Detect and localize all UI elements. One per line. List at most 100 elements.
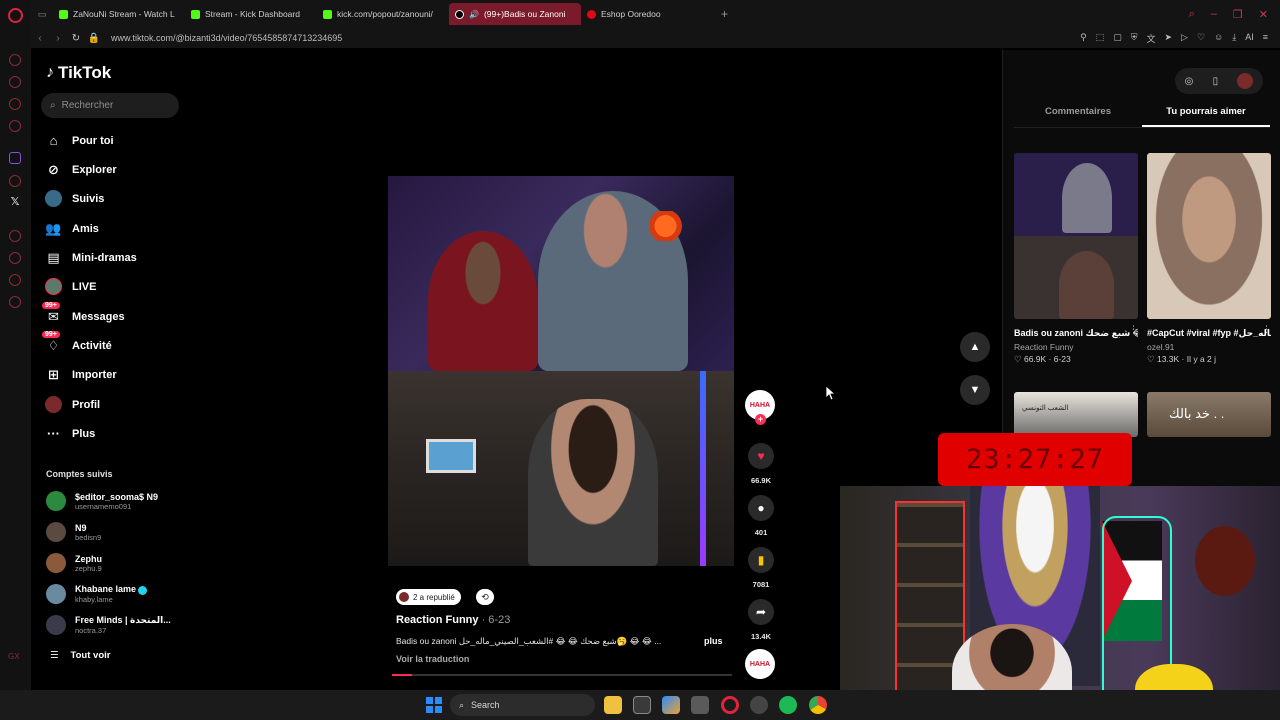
speed-dial-icon[interactable] bbox=[9, 120, 21, 132]
speaker-icon[interactable]: 🔊 bbox=[469, 10, 479, 19]
user-avatar[interactable] bbox=[1237, 73, 1254, 89]
search-tabs-icon[interactable]: ⌕ bbox=[1189, 8, 1195, 21]
next-video-button[interactable]: ▼ bbox=[960, 375, 990, 405]
nav-importer[interactable]: ⊞ Importer bbox=[45, 366, 117, 383]
back-icon[interactable]: ‹ bbox=[31, 33, 49, 44]
sound-avatar[interactable]: HAHA bbox=[745, 649, 775, 679]
suggested-video-card[interactable]: خد بالك . . bbox=[1147, 392, 1271, 437]
tab-ooredoo[interactable]: Eshop Ooredoo bbox=[581, 3, 713, 25]
file-explorer-icon[interactable] bbox=[604, 696, 622, 714]
calculator-icon[interactable] bbox=[691, 696, 709, 714]
device-icon[interactable]: ▯ bbox=[1213, 76, 1219, 87]
clock-icon[interactable] bbox=[9, 252, 21, 264]
previous-video-button[interactable]: ▲ bbox=[960, 332, 990, 362]
nav-explorer[interactable]: ⊘ Explorer bbox=[45, 161, 117, 178]
close-icon[interactable]: ✕ bbox=[1259, 8, 1268, 21]
card-more-icon[interactable]: ⋮ bbox=[1129, 324, 1138, 335]
messenger-icon[interactable] bbox=[9, 98, 21, 110]
opera-gx-icon[interactable] bbox=[721, 696, 739, 714]
settings-icon[interactable] bbox=[9, 296, 21, 308]
windows-taskbar: ⌕ Search bbox=[0, 690, 1280, 720]
extensions-icon[interactable] bbox=[9, 274, 21, 286]
share-button[interactable]: ➦ bbox=[748, 599, 774, 625]
x-twitter-icon[interactable]: 𝕏 bbox=[9, 196, 21, 208]
reload-icon[interactable]: ↻ bbox=[67, 33, 85, 44]
following-account[interactable]: Khabane lame khaby.lame bbox=[46, 584, 148, 604]
more-button[interactable]: plus bbox=[704, 636, 723, 646]
repost-pill[interactable]: 2 a republié bbox=[396, 589, 461, 605]
nav-amis[interactable]: 👥 Amis bbox=[45, 220, 99, 237]
taskbar-search[interactable]: ⌕ Search bbox=[450, 694, 595, 716]
follow-plus-icon[interactable]: + bbox=[755, 414, 766, 425]
chrome-icon[interactable] bbox=[809, 696, 827, 714]
see-all-button[interactable]: ☰ Tout voir bbox=[50, 650, 110, 661]
video-progress[interactable] bbox=[392, 674, 732, 676]
twitch-icon[interactable] bbox=[9, 152, 21, 164]
creator-avatar[interactable]: HAHA + bbox=[745, 390, 775, 425]
comment-button[interactable]: ● bbox=[748, 495, 774, 521]
history-icon[interactable] bbox=[9, 54, 21, 66]
suggested-video-card[interactable]: #CapCut #viral #fyp #الشعب_الصيني_ماله_ح… bbox=[1147, 153, 1271, 365]
save-button[interactable]: ▮ bbox=[748, 547, 774, 573]
tasks-icon[interactable] bbox=[9, 175, 21, 187]
translate-link[interactable]: Voir la traduction bbox=[396, 654, 469, 664]
nav-mini-dramas[interactable]: ▤ Mini-dramas bbox=[45, 249, 136, 266]
store-icon[interactable] bbox=[633, 696, 651, 714]
gx-control-icon[interactable]: GX bbox=[8, 652, 20, 661]
tab-tiktok[interactable]: 🔊 (99+)Badis ou Zanoni bbox=[449, 3, 581, 25]
card-more-icon[interactable]: ⋮ bbox=[1262, 324, 1271, 335]
repost-icon[interactable]: ⟲ bbox=[476, 589, 494, 605]
adblock-icon[interactable]: ⛨ bbox=[1131, 32, 1138, 45]
nav-activite[interactable]: ♢ 99+ Activité bbox=[42, 331, 112, 354]
minimize-icon[interactable]: – bbox=[1211, 8, 1217, 21]
nav-plus[interactable]: ··· Plus bbox=[45, 425, 95, 442]
nav-suivis[interactable]: Suivis bbox=[45, 190, 104, 207]
windows-start-icon[interactable] bbox=[426, 697, 442, 713]
tab-kick-popout[interactable]: kick.com/popout/zanouni/ bbox=[317, 3, 449, 25]
maximize-icon[interactable]: ❐ bbox=[1233, 8, 1243, 21]
video-thumbnail: خد بالك . . bbox=[1147, 392, 1271, 437]
send-icon[interactable]: ➤ bbox=[1164, 32, 1172, 45]
opera-logo-icon[interactable] bbox=[8, 8, 23, 23]
pin-icon[interactable]: ⚲ bbox=[1080, 32, 1087, 45]
new-tab-button[interactable]: + bbox=[713, 7, 736, 21]
search-input[interactable]: ⌕ Rechercher bbox=[41, 93, 179, 118]
tab-comments[interactable]: Commentaires bbox=[1014, 106, 1142, 127]
heart-icon[interactable]: ♡ bbox=[1197, 32, 1205, 45]
obs-icon[interactable] bbox=[750, 696, 768, 714]
player-icon[interactable]: ▷ bbox=[1181, 32, 1188, 45]
copilot-icon[interactable] bbox=[662, 696, 680, 714]
forward-icon[interactable]: › bbox=[49, 33, 67, 44]
nav-pour-toi[interactable]: ⌂ Pour toi bbox=[45, 132, 114, 149]
wallet-icon[interactable] bbox=[9, 76, 21, 88]
tab-suggestions[interactable]: Tu pourrais aimer bbox=[1142, 106, 1270, 127]
menu-icon[interactable]: ≡ bbox=[1263, 32, 1268, 45]
tab-kick-dashboard[interactable]: Stream - Kick Dashboard bbox=[185, 3, 317, 25]
vpn-icon[interactable]: ▢ bbox=[1113, 32, 1122, 45]
tab-zanouni-stream[interactable]: ZaNouNi Stream - Watch L bbox=[53, 3, 185, 25]
coin-icon[interactable]: ◎ bbox=[1185, 76, 1194, 87]
download-icon[interactable]: ⤓ bbox=[1232, 32, 1236, 45]
translate-icon[interactable]: 文 bbox=[1146, 32, 1155, 45]
spotify-icon[interactable] bbox=[779, 696, 797, 714]
snapshot-icon[interactable]: ⬚ bbox=[1096, 32, 1105, 45]
tiktok-logo[interactable]: ♪ TikTok bbox=[46, 63, 111, 83]
tab-menu-icon[interactable]: ▭ bbox=[31, 9, 53, 20]
nav-messages[interactable]: ✉ 99+ Messages bbox=[42, 302, 125, 325]
video-player[interactable] bbox=[388, 176, 734, 566]
video-author[interactable]: Reaction Funny · 6-23 bbox=[396, 614, 510, 626]
url-field[interactable]: www.tiktok.com/@bizanti3d/video/76545858… bbox=[111, 33, 342, 43]
player-icon[interactable] bbox=[9, 230, 21, 242]
like-button[interactable]: ♥ bbox=[748, 443, 774, 469]
following-account[interactable]: N9 bedisn9 bbox=[46, 522, 101, 542]
nav-profil[interactable]: Profil bbox=[45, 396, 100, 413]
following-account[interactable]: $editor_sooma$ N9 usernamemo091 bbox=[46, 491, 158, 511]
nav-live[interactable]: LIVE bbox=[45, 278, 96, 295]
aria-ai-button[interactable]: AI bbox=[1245, 32, 1254, 45]
window-controls: ⌕ – ❐ ✕ bbox=[1189, 8, 1280, 21]
following-account[interactable]: Free Minds | المتحدة... noctra.37 bbox=[46, 615, 171, 635]
following-account[interactable]: Zephu zephu.9 bbox=[46, 553, 102, 573]
account-icon[interactable]: ☺ bbox=[1214, 32, 1223, 45]
suggested-video-card[interactable]: Badis ou zanoni شبع ضحك 😂 😂 ... Reaction… bbox=[1014, 153, 1138, 365]
suggested-video-card[interactable]: الشعب التونسي bbox=[1014, 392, 1138, 437]
